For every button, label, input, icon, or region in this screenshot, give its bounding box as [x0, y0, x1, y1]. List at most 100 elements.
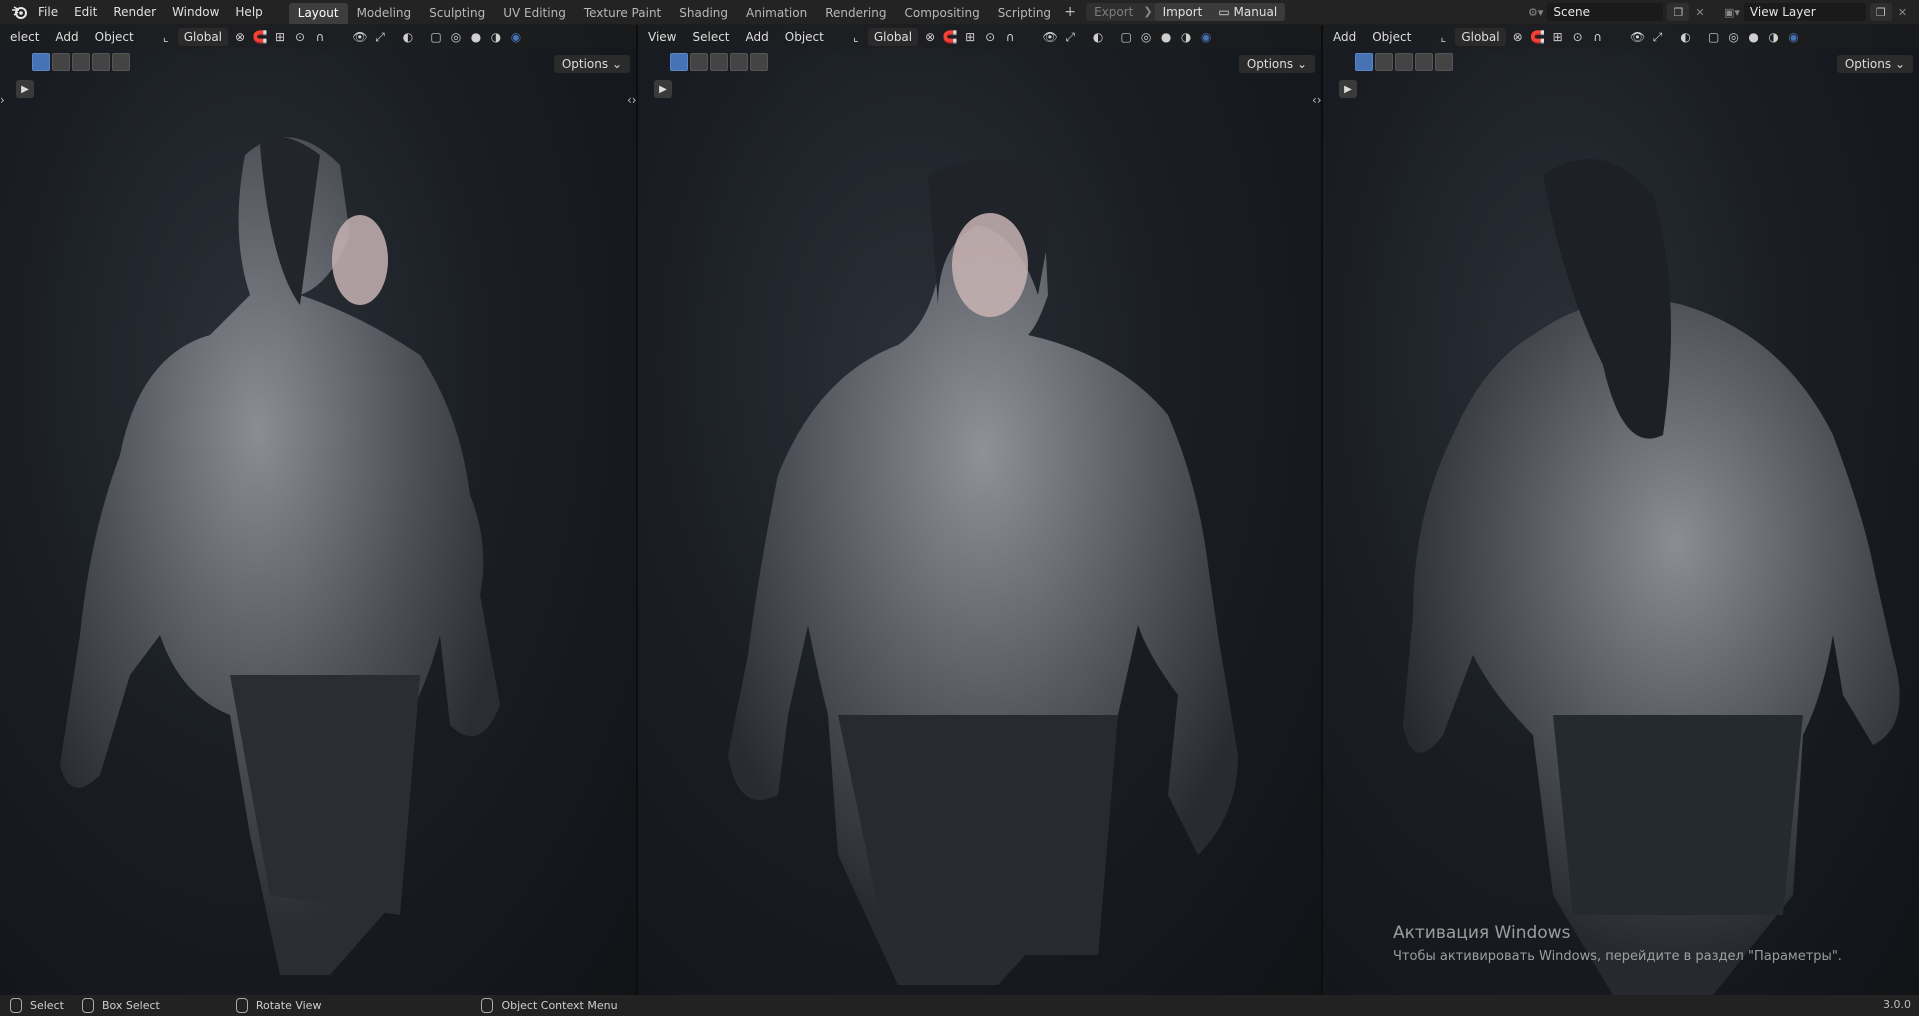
material-shading-icon[interactable]: ◑ [1766, 29, 1782, 45]
solid-shading-icon[interactable]: ● [468, 29, 484, 45]
viewport-left[interactable]: elect Add Object ⌞ Global ⊗ 🧲 ⊞ ⊙ ∩ 👁 ⤢ … [0, 25, 636, 995]
viewport-right[interactable]: Add Object ⌞ Global ⊗ 🧲 ⊞ ⊙ ∩ 👁 ⤢ ◐ ▢ ◎ … [1323, 25, 1919, 995]
menu-object[interactable]: Object [89, 28, 140, 46]
select-subtract-icon[interactable] [710, 53, 728, 71]
menu-add[interactable]: Add [1327, 28, 1362, 46]
menu-add[interactable]: Add [49, 28, 84, 46]
visibility-icon[interactable]: 👁 [1630, 29, 1646, 45]
snap-icon[interactable]: 🧲 [252, 29, 268, 45]
select-new-icon[interactable] [670, 53, 688, 71]
options-dropdown[interactable]: Options ⌄ [553, 55, 630, 73]
transform-orientation-icon[interactable]: ⌞ [848, 29, 864, 45]
tab-layout[interactable]: Layout [288, 3, 348, 24]
toolbar-expand-icon[interactable]: › [0, 93, 5, 107]
select-extend-icon[interactable] [690, 53, 708, 71]
menu-object[interactable]: Object [779, 28, 830, 46]
orientation-dropdown[interactable]: Global [867, 28, 919, 46]
snap-target-icon[interactable]: ⊞ [272, 29, 288, 45]
delete-view-layer-icon[interactable]: ✕ [1898, 6, 1907, 19]
sidebar-expand-icon[interactable]: ‹› [1312, 93, 1321, 107]
tab-modeling[interactable]: Modeling [348, 3, 421, 24]
xray-icon[interactable]: ▢ [1706, 29, 1722, 45]
menu-view[interactable]: View [642, 28, 682, 46]
xray-icon[interactable]: ▢ [1118, 29, 1134, 45]
tab-rendering[interactable]: Rendering [816, 3, 895, 24]
tab-shading[interactable]: Shading [670, 3, 737, 24]
select-subtract-icon[interactable] [1395, 53, 1413, 71]
menu-select[interactable]: Select [686, 28, 735, 46]
pivot-point-icon[interactable]: ⊗ [1510, 29, 1526, 45]
overlays-icon[interactable]: ◐ [400, 29, 416, 45]
menu-window[interactable]: Window [164, 1, 227, 23]
menu-help[interactable]: Help [227, 1, 270, 23]
view-layer-field[interactable]: View Layer [1743, 3, 1866, 21]
active-tool-icon[interactable]: ▶ [1339, 80, 1357, 98]
delete-scene-icon[interactable]: ✕ [1695, 6, 1704, 19]
solid-shading-icon[interactable]: ● [1746, 29, 1762, 45]
solid-shading-icon[interactable]: ● [1158, 29, 1174, 45]
rendered-shading-icon[interactable]: ◉ [1786, 29, 1802, 45]
select-invert-icon[interactable] [730, 53, 748, 71]
rendered-shading-icon[interactable]: ◉ [508, 29, 524, 45]
orientation-dropdown[interactable]: Global [177, 28, 229, 46]
tab-texture-paint[interactable]: Texture Paint [575, 3, 670, 24]
select-invert-icon[interactable] [1415, 53, 1433, 71]
sidebar-expand-icon[interactable]: ‹› [627, 93, 636, 107]
select-subtract-icon[interactable] [72, 53, 90, 71]
export-button[interactable]: Export [1086, 3, 1142, 21]
snap-target-icon[interactable]: ⊞ [1550, 29, 1566, 45]
orientation-dropdown[interactable]: Global [1455, 28, 1506, 46]
overlays-icon[interactable]: ◐ [1090, 29, 1106, 45]
view-layer-icon[interactable]: ▣▾ [1724, 6, 1740, 19]
select-new-icon[interactable] [32, 53, 50, 71]
tab-uv-editing[interactable]: UV Editing [494, 3, 575, 24]
transform-orientation-icon[interactable]: ⌞ [1435, 29, 1451, 45]
viewport-center[interactable]: View Select Add Object ⌞ Global ⊗ 🧲 ⊞ ⊙ … [638, 25, 1321, 995]
select-new-icon[interactable] [1355, 53, 1373, 71]
menu-select[interactable]: elect [4, 28, 45, 46]
gizmo-icon[interactable]: ⤢ [1650, 29, 1666, 45]
manual-button[interactable]: ▭ Manual [1210, 3, 1286, 21]
wireframe-shading-icon[interactable]: ◎ [1726, 29, 1742, 45]
gizmo-icon[interactable]: ⤢ [1062, 29, 1078, 45]
menu-render[interactable]: Render [105, 1, 164, 23]
overlays-icon[interactable]: ◐ [1678, 29, 1694, 45]
select-intersect-icon[interactable] [1435, 53, 1453, 71]
gizmo-icon[interactable]: ⤢ [372, 29, 388, 45]
select-intersect-icon[interactable] [750, 53, 768, 71]
import-button[interactable]: Import [1154, 3, 1211, 21]
menu-object[interactable]: Object [1366, 28, 1417, 46]
new-scene-icon[interactable]: ❐ [1667, 3, 1690, 21]
blender-logo-icon[interactable] [8, 1, 30, 23]
scene-icon[interactable]: ⚙▾ [1528, 6, 1543, 19]
material-shading-icon[interactable]: ◑ [1178, 29, 1194, 45]
tab-scripting[interactable]: Scripting [989, 3, 1060, 24]
menu-edit[interactable]: Edit [66, 1, 105, 23]
menu-add[interactable]: Add [740, 28, 775, 46]
tab-sculpting[interactable]: Sculpting [420, 3, 494, 24]
active-tool-icon[interactable]: ▶ [654, 80, 672, 98]
scene-name-field[interactable]: Scene [1547, 3, 1664, 21]
wireframe-shading-icon[interactable]: ◎ [448, 29, 464, 45]
proportional-edit-icon[interactable]: ⊙ [1570, 29, 1586, 45]
menu-file[interactable]: File [30, 1, 66, 23]
options-dropdown[interactable]: Options ⌄ [1836, 55, 1913, 73]
select-intersect-icon[interactable] [112, 53, 130, 71]
falloff-icon[interactable]: ∩ [312, 29, 328, 45]
proportional-edit-icon[interactable]: ⊙ [982, 29, 998, 45]
falloff-icon[interactable]: ∩ [1002, 29, 1018, 45]
select-invert-icon[interactable] [92, 53, 110, 71]
options-dropdown[interactable]: Options ⌄ [1238, 55, 1315, 73]
active-tool-icon[interactable]: ▶ [16, 80, 34, 98]
add-workspace-button[interactable]: + [1060, 1, 1080, 23]
select-extend-icon[interactable] [1375, 53, 1393, 71]
select-extend-icon[interactable] [52, 53, 70, 71]
falloff-icon[interactable]: ∩ [1590, 29, 1606, 45]
snap-icon[interactable]: 🧲 [942, 29, 958, 45]
tab-compositing[interactable]: Compositing [895, 3, 988, 24]
transform-orientation-icon[interactable]: ⌞ [158, 29, 174, 45]
xray-icon[interactable]: ▢ [428, 29, 444, 45]
new-view-layer-icon[interactable]: ❐ [1869, 3, 1892, 21]
material-shading-icon[interactable]: ◑ [488, 29, 504, 45]
visibility-icon[interactable]: 👁 [352, 29, 368, 45]
